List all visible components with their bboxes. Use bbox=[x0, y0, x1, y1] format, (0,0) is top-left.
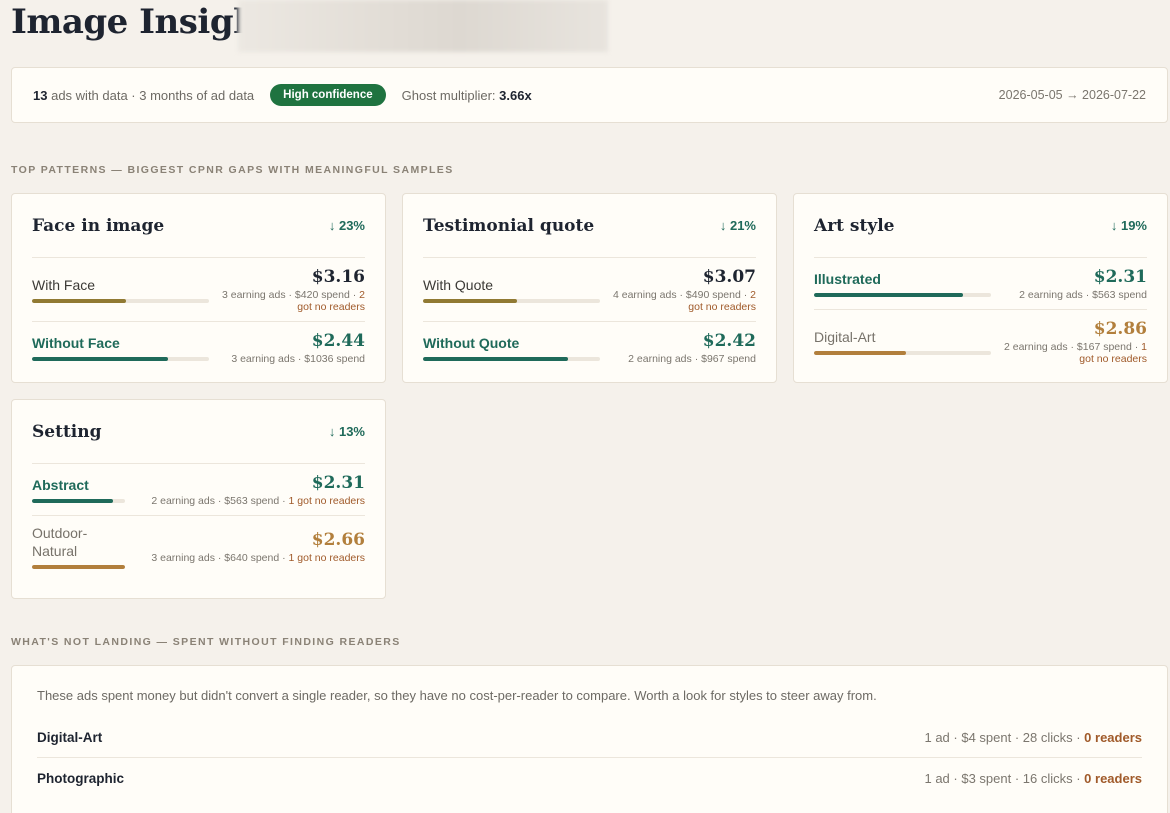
card-delta: ↓ 21% bbox=[719, 218, 756, 233]
item-name: Digital-Art bbox=[37, 729, 103, 745]
row-value: $2.66 bbox=[311, 530, 365, 550]
bar-fill bbox=[814, 293, 963, 297]
card-delta: ↓ 23% bbox=[328, 218, 365, 233]
bar-track bbox=[814, 293, 991, 297]
bar-track bbox=[32, 499, 125, 503]
bar-fill bbox=[423, 299, 517, 303]
bar-fill bbox=[423, 357, 569, 361]
bar-fill bbox=[32, 499, 113, 503]
row-value: $2.31 bbox=[1093, 267, 1147, 287]
row-value: $2.42 bbox=[702, 331, 756, 351]
card-delta: ↓ 13% bbox=[328, 424, 365, 439]
not-landing-description: These ads spent money but didn't convert… bbox=[37, 688, 877, 703]
list-item: Digital-Art 1 ad · $4 spent · 28 clicks … bbox=[37, 717, 1142, 758]
bar-fill bbox=[32, 357, 169, 361]
summary-bar: 13 ads with data · 3 months of ad data H… bbox=[11, 67, 1168, 123]
confidence-badge: High confidence bbox=[270, 84, 386, 106]
list-item: Photographic 1 ad · $3 spent · 16 clicks… bbox=[37, 758, 1142, 799]
pattern-row: Digital-Art $2.86 2 earning ads · $167 s… bbox=[814, 310, 1147, 373]
row-label: Abstract bbox=[32, 477, 89, 493]
item-meta: 1 ad · $4 spent · 28 clicks · 0 readers bbox=[924, 729, 1142, 745]
row-value: $2.31 bbox=[311, 473, 365, 493]
bar-fill bbox=[814, 351, 907, 355]
date-range: 2026-05-05 → 2026-07-22 bbox=[998, 88, 1146, 102]
pattern-row: Illustrated $2.31 2 earning ads · $563 s… bbox=[814, 258, 1147, 310]
pattern-row: With Quote $3.07 4 earning ads · $490 sp… bbox=[423, 258, 756, 322]
no-readers-note: 1 got no readers bbox=[288, 552, 365, 564]
pattern-card-setting: Setting ↓ 13% Abstract $2.31 2 earning a… bbox=[11, 399, 386, 599]
bar-track bbox=[423, 357, 600, 361]
pattern-card-face: Face in image ↓ 23% With Face $3.16 3 ea… bbox=[11, 193, 386, 383]
pattern-row: Abstract $2.31 2 earning ads · $563 spen… bbox=[32, 464, 365, 516]
zero-readers: 0 readers bbox=[1084, 771, 1142, 786]
ghost-value: 3.66x bbox=[499, 87, 532, 103]
row-value: $2.86 bbox=[1093, 319, 1147, 339]
bar-track bbox=[32, 565, 125, 569]
card-title: Testimonial quote bbox=[423, 215, 595, 236]
item-meta: 1 ad · $3 spent · 16 clicks · 0 readers bbox=[924, 771, 1142, 786]
pattern-row: Outdoor-Natural $2.66 3 earning ads · $6… bbox=[32, 516, 365, 577]
row-meta: 2 earning ads · $967 spend bbox=[628, 353, 756, 365]
zero-readers: 0 readers bbox=[1084, 729, 1142, 745]
row-label: Without Face bbox=[32, 335, 120, 351]
bar-fill bbox=[32, 299, 126, 303]
bar-track bbox=[32, 299, 209, 303]
bar-track bbox=[423, 299, 600, 303]
row-label: Without Quote bbox=[423, 335, 520, 351]
row-value: $3.16 bbox=[311, 267, 365, 287]
ads-count: 13 bbox=[33, 87, 48, 103]
not-landing-panel: These ads spent money but didn't convert… bbox=[11, 665, 1168, 813]
row-meta: 2 earning ads · $167 spend · 1 got no re… bbox=[1003, 341, 1147, 365]
row-meta: 3 earning ads · $640 spend · 1 got no re… bbox=[151, 552, 365, 564]
pattern-row: Without Quote $2.42 2 earning ads · $967… bbox=[423, 322, 756, 373]
ads-text: ads with data · 3 months of ad data bbox=[51, 87, 255, 103]
row-label: Digital-Art bbox=[814, 329, 876, 345]
no-readers-note: 1 got no readers bbox=[288, 495, 365, 507]
redacted-area bbox=[238, 0, 608, 52]
card-title: Setting bbox=[32, 421, 102, 442]
row-value: $2.44 bbox=[311, 331, 365, 351]
section-heading-not-landing: What's not landing — spent without findi… bbox=[11, 636, 401, 648]
pattern-card-testimonial: Testimonial quote ↓ 21% With Quote $3.07… bbox=[402, 193, 777, 383]
bar-track bbox=[32, 357, 209, 361]
card-delta: ↓ 19% bbox=[1110, 218, 1147, 233]
row-meta: 2 earning ads · $563 spend bbox=[1019, 289, 1147, 301]
card-title: Face in image bbox=[32, 215, 165, 236]
pattern-row: With Face $3.16 3 earning ads · $420 spe… bbox=[32, 258, 365, 322]
row-value: $3.07 bbox=[702, 267, 756, 287]
row-meta: 2 earning ads · $563 spend · 1 got no re… bbox=[151, 495, 365, 507]
section-heading-top-patterns: Top patterns — biggest CPNR gaps with me… bbox=[11, 164, 454, 176]
card-title: Art style bbox=[814, 215, 895, 236]
row-label: Outdoor-Natural bbox=[32, 525, 88, 559]
bar-track bbox=[814, 351, 991, 355]
row-label: With Quote bbox=[423, 277, 494, 293]
bar-fill bbox=[32, 565, 125, 569]
row-label: Illustrated bbox=[814, 271, 881, 287]
pattern-card-art-style: Art style ↓ 19% Illustrated $2.31 2 earn… bbox=[793, 193, 1168, 383]
row-label: With Face bbox=[32, 277, 96, 293]
row-meta: 3 earning ads · $420 spend · 2 got no re… bbox=[221, 289, 365, 313]
ghost-label: Ghost multiplier: bbox=[401, 87, 496, 103]
pattern-row: Without Face $2.44 3 earning ads · $1036… bbox=[32, 322, 365, 373]
item-name: Photographic bbox=[37, 771, 124, 786]
row-meta: 4 earning ads · $490 spend · 2 got no re… bbox=[612, 289, 756, 313]
row-meta: 3 earning ads · $1036 spend bbox=[231, 353, 365, 365]
